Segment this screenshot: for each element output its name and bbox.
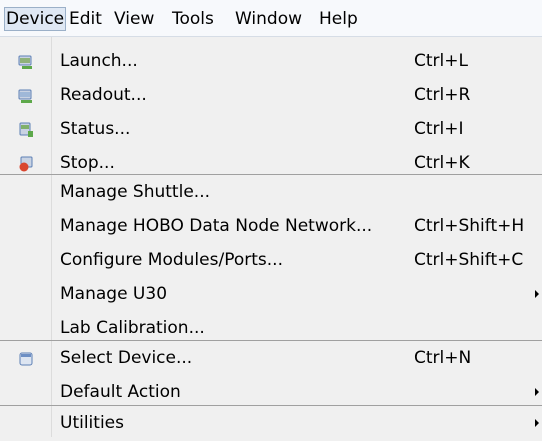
menu-label: Default Action (60, 382, 181, 402)
menu-tools[interactable]: Tools (172, 8, 214, 30)
menu-view[interactable]: View (114, 8, 154, 30)
stop-icon (19, 156, 33, 172)
shortcut-label: Ctrl+L (414, 51, 468, 71)
menu-label: Readout... (60, 85, 147, 105)
menu-label: Lab Calibration... (60, 318, 205, 338)
shortcut-label: Ctrl+K (414, 153, 470, 173)
shortcut-label: Ctrl+Shift+C (414, 250, 524, 270)
menu-item-readout[interactable]: Readout... Ctrl+R (0, 79, 542, 113)
shortcut-label: Ctrl+R (414, 85, 471, 105)
menu-window[interactable]: Window (235, 8, 302, 30)
submenu-arrow-icon (535, 419, 539, 427)
menu-label: Manage HOBO Data Node Network... (60, 216, 373, 236)
menu-separator (0, 405, 542, 406)
menu-item-manage-hobo-network[interactable]: Manage HOBO Data Node Network... Ctrl+Sh… (0, 210, 542, 244)
submenu-arrow-icon (535, 388, 539, 396)
select-device-icon (19, 352, 33, 366)
menu-label: Select Device... (60, 348, 193, 368)
menu-device[interactable]: Device (4, 7, 67, 31)
menu-label: Status... (60, 119, 131, 139)
menu-edit[interactable]: Edit (69, 8, 102, 30)
device-dropdown-menu: Launch... Ctrl+L Readout... Ctrl+R Statu… (0, 37, 542, 437)
menu-label: Manage U30 (60, 284, 168, 304)
readout-icon (18, 89, 32, 103)
menu-label: Configure Modules/Ports... (60, 250, 283, 270)
menu-label: Manage Shuttle... (60, 182, 210, 202)
menu-bar: Device Edit View Tools Window Help (0, 0, 542, 37)
menu-separator (0, 340, 542, 341)
menu-item-status[interactable]: Status... Ctrl+I (0, 113, 542, 147)
menu-item-select-device[interactable]: Select Device... Ctrl+N (0, 342, 542, 376)
menu-label: Stop... (60, 153, 115, 173)
launch-icon (18, 55, 32, 69)
menu-item-manage-shuttle[interactable]: Manage Shuttle... (0, 176, 542, 210)
menu-item-launch[interactable]: Launch... Ctrl+L (0, 45, 542, 79)
menu-label: Launch... (60, 51, 138, 71)
shortcut-label: Ctrl+I (414, 119, 464, 139)
shortcut-label: Ctrl+Shift+H (414, 216, 525, 236)
menu-item-utilities[interactable]: Utilities (0, 407, 542, 441)
menu-item-manage-u30[interactable]: Manage U30 (0, 278, 542, 312)
status-icon (19, 122, 33, 137)
shortcut-label: Ctrl+N (414, 348, 472, 368)
menu-item-configure-modules[interactable]: Configure Modules/Ports... Ctrl+Shift+C (0, 244, 542, 278)
menu-separator (0, 174, 542, 175)
submenu-arrow-icon (535, 290, 539, 298)
menu-label: Utilities (60, 413, 124, 433)
menu-help[interactable]: Help (319, 8, 358, 30)
